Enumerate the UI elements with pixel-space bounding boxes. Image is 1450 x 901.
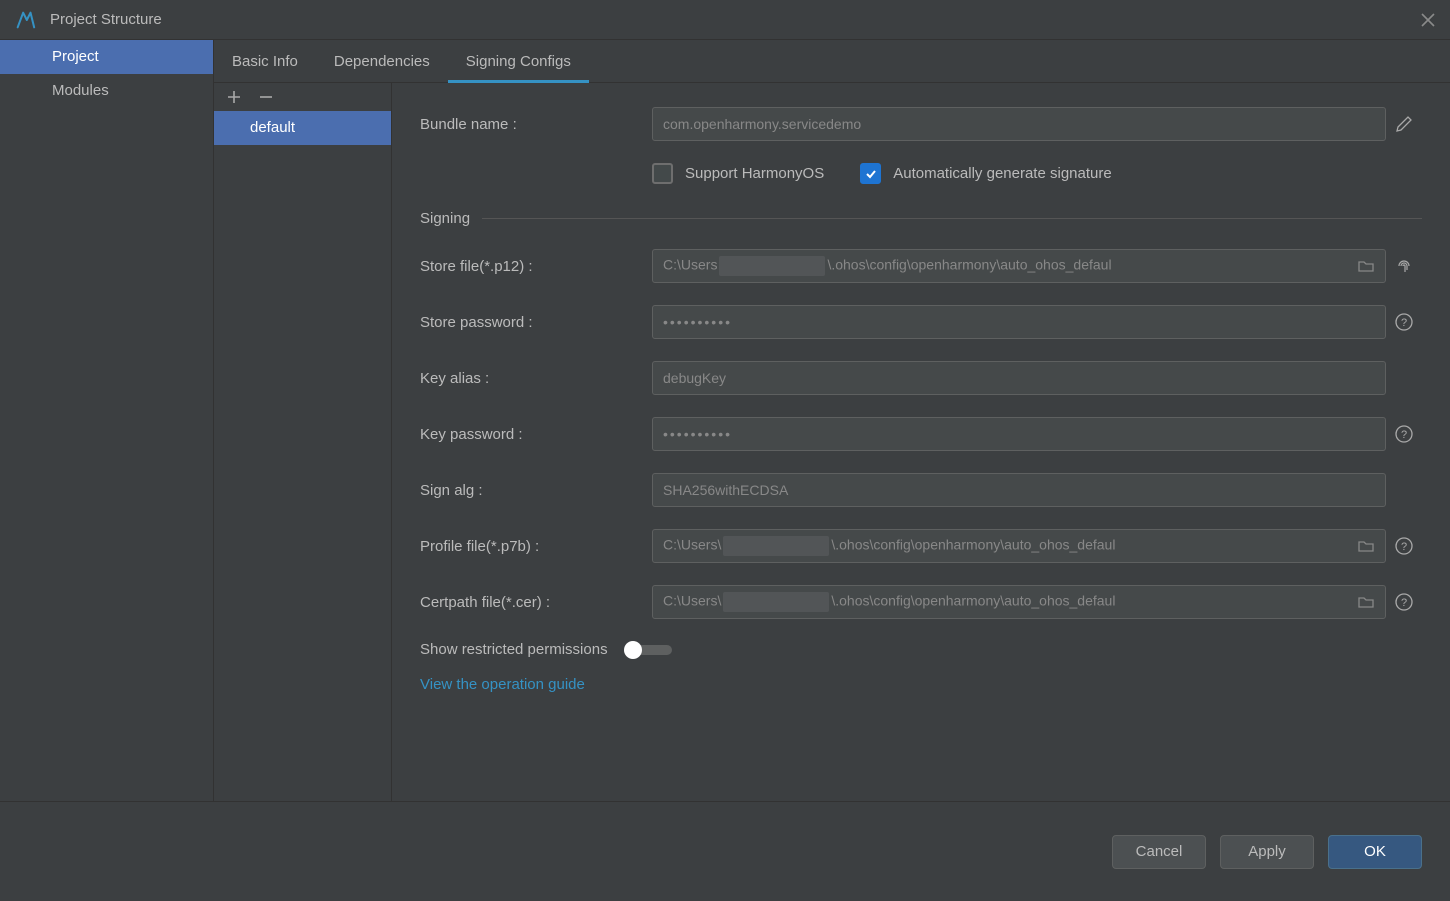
- tab-signing-configs[interactable]: Signing Configs: [448, 40, 589, 83]
- store-file-label: Store file(*.p12) :: [420, 258, 652, 275]
- show-restricted-label: Show restricted permissions: [420, 641, 608, 658]
- folder-icon[interactable]: [1357, 593, 1375, 611]
- window-title: Project Structure: [50, 11, 162, 28]
- key-alias-label: Key alias :: [420, 370, 652, 387]
- tabs: Basic Info Dependencies Signing Configs: [214, 40, 1450, 83]
- folder-icon[interactable]: [1357, 537, 1375, 555]
- edit-icon[interactable]: [1394, 114, 1414, 134]
- store-file-field[interactable]: C:\Users\.ohos\config\openharmony\auto_o…: [652, 249, 1386, 283]
- signing-section-header: Signing: [420, 210, 1422, 227]
- cancel-button[interactable]: Cancel: [1112, 835, 1206, 869]
- help-icon[interactable]: ?: [1394, 312, 1414, 332]
- fingerprint-icon[interactable]: [1394, 256, 1414, 276]
- help-icon[interactable]: ?: [1394, 592, 1414, 612]
- sidebar: Project Modules: [0, 40, 214, 801]
- support-harmonyos-label: Support HarmonyOS: [685, 165, 824, 182]
- apply-button[interactable]: Apply: [1220, 835, 1314, 869]
- key-password-field[interactable]: ••••••••••: [652, 417, 1386, 451]
- svg-text:?: ?: [1401, 597, 1407, 609]
- sidebar-item-project[interactable]: Project: [0, 40, 213, 74]
- footer: Cancel Apply OK: [0, 801, 1450, 901]
- profile-file-label: Profile file(*.p7b) :: [420, 538, 652, 555]
- help-icon[interactable]: ?: [1394, 424, 1414, 444]
- sign-alg-field[interactable]: SHA256withECDSA: [652, 473, 1386, 507]
- tab-dependencies[interactable]: Dependencies: [316, 40, 448, 83]
- bundle-name-field: com.openharmony.servicedemo: [652, 107, 1386, 141]
- folder-icon[interactable]: [1357, 257, 1375, 275]
- auto-generate-signature-label: Automatically generate signature: [893, 165, 1111, 182]
- tab-basic-info[interactable]: Basic Info: [214, 40, 316, 83]
- configs-panel: default: [214, 83, 392, 801]
- ok-button[interactable]: OK: [1328, 835, 1422, 869]
- key-alias-field[interactable]: debugKey: [652, 361, 1386, 395]
- form-panel: Bundle name : com.openharmony.servicedem…: [392, 83, 1450, 801]
- certpath-file-label: Certpath file(*.cer) :: [420, 594, 652, 611]
- auto-generate-signature-checkbox[interactable]: [860, 163, 881, 184]
- remove-icon[interactable]: [258, 89, 274, 105]
- config-item-default[interactable]: default: [214, 111, 391, 145]
- store-password-field[interactable]: ••••••••••: [652, 305, 1386, 339]
- support-harmonyos-checkbox[interactable]: [652, 163, 673, 184]
- sidebar-item-modules[interactable]: Modules: [0, 74, 213, 108]
- close-icon[interactable]: [1420, 12, 1436, 28]
- bundle-name-label: Bundle name :: [420, 116, 652, 133]
- key-password-label: Key password :: [420, 426, 652, 443]
- store-password-label: Store password :: [420, 314, 652, 331]
- help-icon[interactable]: ?: [1394, 536, 1414, 556]
- add-icon[interactable]: [226, 89, 242, 105]
- operation-guide-link[interactable]: View the operation guide: [420, 676, 1422, 693]
- check-icon: [864, 167, 878, 181]
- sign-alg-label: Sign alg :: [420, 482, 652, 499]
- svg-text:?: ?: [1401, 429, 1407, 441]
- svg-text:?: ?: [1401, 317, 1407, 329]
- sidebar-item-label: Project: [52, 48, 99, 65]
- profile-file-field[interactable]: C:\Users\\.ohos\config\openharmony\auto_…: [652, 529, 1386, 563]
- sidebar-item-label: Modules: [52, 82, 109, 99]
- svg-text:?: ?: [1401, 541, 1407, 553]
- show-restricted-toggle[interactable]: [624, 645, 672, 655]
- app-logo-icon: [14, 9, 36, 31]
- certpath-file-field[interactable]: C:\Users\\.ohos\config\openharmony\auto_…: [652, 585, 1386, 619]
- titlebar: Project Structure: [0, 0, 1450, 40]
